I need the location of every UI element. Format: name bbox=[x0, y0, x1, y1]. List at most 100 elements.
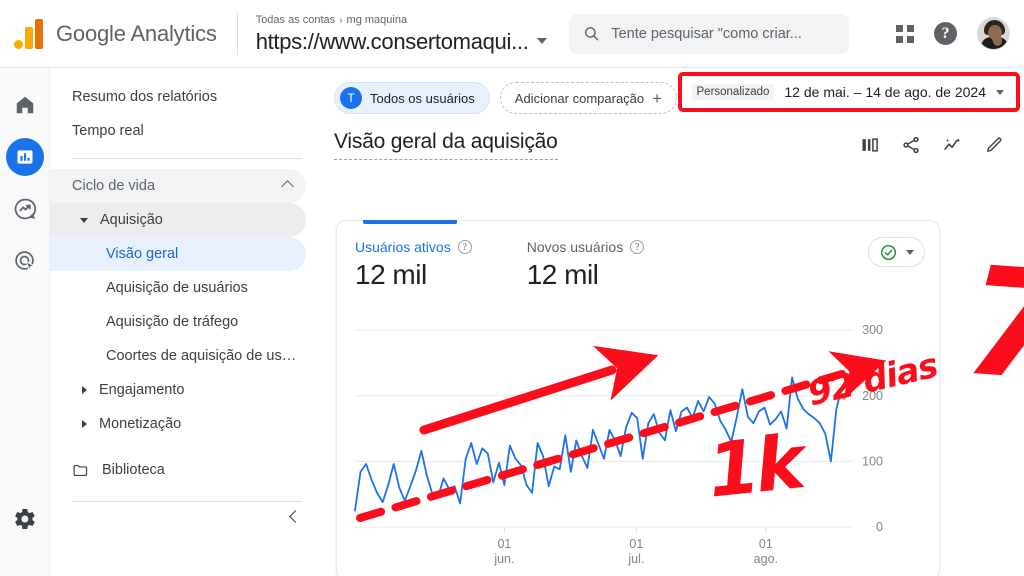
breadcrumb-separator-icon: › bbox=[339, 14, 343, 26]
plus-icon: + bbox=[652, 88, 663, 108]
data-ok-check-icon bbox=[880, 244, 897, 260]
sidebar-divider-bottom bbox=[72, 501, 302, 502]
sidebar-item-label: Coortes de aquisição de us… bbox=[106, 348, 297, 364]
metric-label: Novos usuários bbox=[526, 239, 624, 255]
audience-chip[interactable]: T Todos os usuários bbox=[334, 82, 490, 114]
help-circle-icon[interactable]: ? bbox=[630, 240, 645, 254]
google-analytics-logo-icon bbox=[14, 18, 43, 49]
breadcrumb-property: mg maquina bbox=[346, 13, 408, 26]
audience-avatar-icon: T bbox=[340, 87, 362, 109]
metric-value: 12 mil bbox=[526, 259, 599, 290]
home-icon bbox=[16, 96, 33, 114]
chevron-left-icon bbox=[289, 510, 302, 523]
icon-rail bbox=[0, 68, 50, 576]
divider bbox=[236, 12, 238, 55]
date-range-picker[interactable]: Personalizado 12 de mai. – 14 de ago. de… bbox=[677, 72, 1020, 112]
breadcrumb: Todas as contas › mg maquina bbox=[256, 13, 547, 28]
share-icon[interactable] bbox=[901, 135, 921, 155]
y-axis-tick-label: 0 bbox=[876, 520, 883, 534]
insights-icon[interactable] bbox=[942, 135, 963, 156]
sidebar-navigation: Resumo dos relatórios Tempo real Ciclo d… bbox=[50, 68, 320, 576]
sidebar-item-engajamento[interactable]: Engajamento bbox=[50, 373, 306, 407]
ga-app-window: Google Analytics Todas as contas › mg maqu… bbox=[0, 0, 1024, 576]
active-users-line-chart[interactable]: 0 100 200 300 01 jun. 01 jul. 01 ago. bbox=[337, 307, 941, 576]
y-axis-tick-label: 100 bbox=[862, 454, 883, 468]
chevron-down-icon[interactable] bbox=[906, 249, 914, 255]
triangle-right-icon bbox=[82, 420, 87, 428]
sidebar-item-aquisicao-de-trafego[interactable]: Aquisição de tráfego bbox=[50, 305, 306, 339]
sidebar-item-tempo-real[interactable]: Tempo real bbox=[50, 114, 306, 148]
apps-grid-icon[interactable] bbox=[896, 24, 914, 43]
sidebar-item-aquisicao[interactable]: Aquisição bbox=[50, 203, 306, 237]
add-comparison-label: Adicionar comparação bbox=[514, 90, 645, 106]
sidebar-item-coortes-de-aquisicao[interactable]: Coortes de aquisição de us… bbox=[50, 339, 306, 373]
triangle-down-icon bbox=[80, 217, 88, 223]
rail-item-advertising[interactable] bbox=[6, 242, 44, 280]
sidebar-item-biblioteca[interactable]: Biblioteca bbox=[50, 453, 306, 487]
search-icon bbox=[584, 27, 598, 41]
gear-icon bbox=[14, 508, 35, 529]
metric-usuarios-ativos[interactable]: Usuários ativos ? 12 mil bbox=[355, 239, 472, 291]
edit-pencil-icon[interactable] bbox=[984, 135, 1004, 155]
sidebar-item-label: Aquisição bbox=[100, 212, 163, 228]
acquisition-overview-card: Usuários ativos ? 12 mil Novos usuários … bbox=[336, 220, 940, 576]
page-title-row: Visão geral da aquisição bbox=[320, 114, 1024, 160]
rail-item-home[interactable] bbox=[6, 86, 44, 124]
chart-series-line bbox=[354, 371, 854, 512]
page-title: Visão geral da aquisição bbox=[334, 130, 558, 160]
metric-novos-usuarios[interactable]: Novos usuários ? 12 mil bbox=[527, 239, 645, 291]
x-axis-tick-month: jun. bbox=[493, 552, 514, 566]
reports-bar-chart-icon bbox=[17, 150, 32, 164]
chart-svg: 010020030001jun.01jul.01ago. bbox=[354, 323, 883, 566]
sidebar-item-monetizacao[interactable]: Monetização bbox=[50, 407, 306, 441]
rail-item-reports[interactable] bbox=[5, 138, 44, 176]
account-selector[interactable]: Todas as contas › mg maquina https://www.c… bbox=[256, 13, 547, 55]
triangle-right-icon bbox=[82, 386, 87, 394]
date-range-tag: Personalizado bbox=[691, 84, 775, 100]
status-badge[interactable] bbox=[868, 237, 925, 267]
sidebar-item-label: Tempo real bbox=[72, 123, 144, 139]
metrics-row: Usuários ativos ? 12 mil Novos usuários … bbox=[337, 221, 939, 291]
add-comparison-button[interactable]: Adicionar comparação + bbox=[499, 82, 678, 114]
x-axis-tick-day: 01 bbox=[629, 537, 643, 551]
active-tab-indicator bbox=[363, 220, 457, 224]
property-url: https://www.consertomaqui... bbox=[255, 28, 529, 54]
metric-value: 12 mil bbox=[355, 259, 427, 290]
explore-icon bbox=[14, 198, 36, 220]
chevron-down-icon[interactable] bbox=[536, 38, 547, 44]
metric-label: Usuários ativos bbox=[355, 239, 451, 255]
breadcrumb-account: Todas as contas bbox=[255, 13, 336, 26]
sidebar-item-label: Aquisição de tráfego bbox=[106, 314, 239, 330]
x-axis-tick-month: jul. bbox=[627, 552, 644, 566]
y-axis-tick-label: 200 bbox=[862, 389, 883, 403]
sidebar-item-label: Aquisição de usuários bbox=[106, 280, 248, 296]
sidebar-item-aquisicao-de-usuarios[interactable]: Aquisição de usuários bbox=[50, 271, 306, 305]
sidebar-item-label: Visão geral bbox=[106, 246, 179, 262]
help-icon[interactable]: ? bbox=[934, 22, 957, 45]
annotation-7k-label: 7k bbox=[959, 234, 1024, 422]
x-axis-tick-day: 01 bbox=[759, 537, 773, 551]
search-input[interactable] bbox=[611, 25, 835, 42]
rail-item-admin[interactable] bbox=[6, 500, 44, 538]
advertising-target-icon bbox=[14, 251, 35, 272]
sidebar-item-label: Monetização bbox=[99, 416, 182, 432]
sidebar-item-label: Resumo dos relatórios bbox=[72, 89, 218, 105]
search-box[interactable] bbox=[568, 13, 849, 54]
chevron-up-icon[interactable] bbox=[281, 179, 294, 193]
rail-item-explore[interactable] bbox=[6, 190, 44, 228]
help-circle-icon[interactable]: ? bbox=[457, 240, 472, 254]
audience-chip-label: Todos os usuários bbox=[370, 90, 475, 106]
main-content: T Todos os usuários Adicionar comparação… bbox=[320, 68, 1024, 576]
page-action-icons bbox=[860, 135, 1004, 156]
sidebar-group-ciclo-de-vida[interactable]: Ciclo de vida bbox=[50, 169, 306, 203]
sidebar-collapse-button[interactable] bbox=[50, 510, 320, 523]
compare-icon[interactable] bbox=[860, 135, 880, 155]
sidebar-item-visao-geral[interactable]: Visão geral bbox=[50, 237, 306, 271]
top-bar-icons: ? bbox=[896, 17, 1010, 50]
folder-icon bbox=[73, 464, 88, 476]
chevron-down-icon[interactable] bbox=[996, 89, 1004, 95]
sidebar-item-resumo-dos-relatorios[interactable]: Resumo dos relatórios bbox=[50, 80, 306, 114]
date-range-value: 12 de mai. – 14 de ago. de 2024 bbox=[784, 84, 986, 100]
avatar[interactable] bbox=[977, 17, 1010, 50]
y-axis-tick-label: 300 bbox=[862, 323, 883, 337]
